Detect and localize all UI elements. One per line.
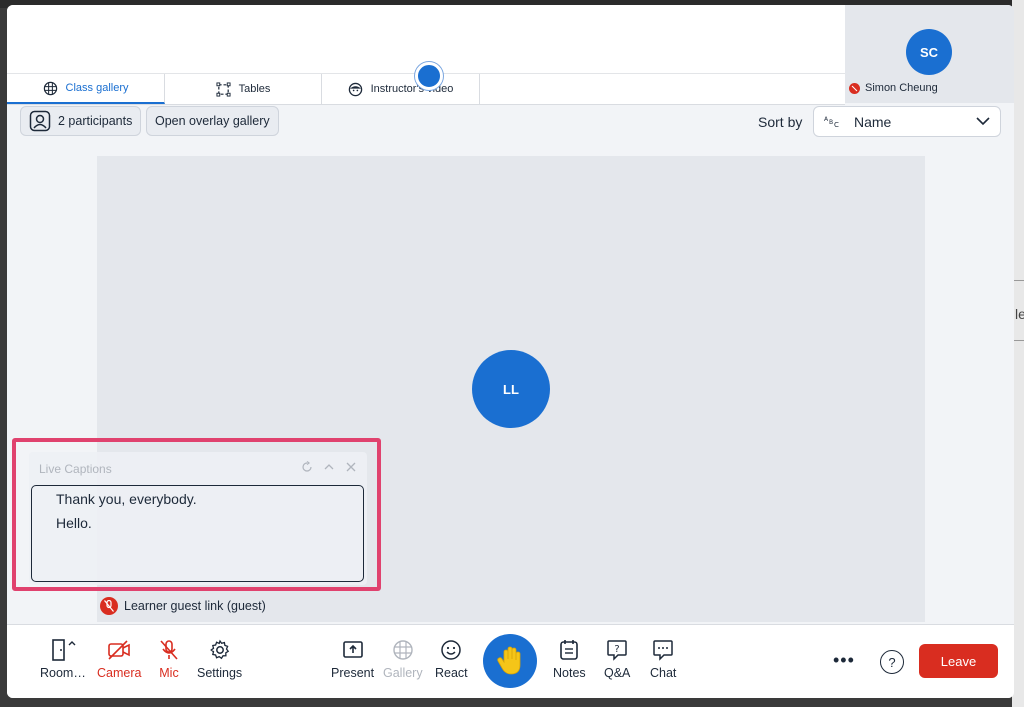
participant-name-tag: Learner guest link (guest) bbox=[100, 597, 266, 615]
camera-off-icon bbox=[108, 640, 131, 660]
gallery-button[interactable]: Gallery bbox=[383, 639, 423, 680]
qa-button[interactable]: ? Q&A bbox=[604, 639, 630, 680]
close-icon[interactable] bbox=[345, 461, 357, 473]
caption-line: Thank you, everybody. bbox=[56, 491, 197, 507]
mic-off-icon bbox=[160, 640, 178, 660]
sort-value: Name bbox=[854, 113, 892, 130]
captions-actions bbox=[301, 461, 357, 473]
qa-icon: ? bbox=[607, 640, 627, 661]
present-icon bbox=[342, 641, 363, 658]
reset-icon[interactable] bbox=[301, 461, 313, 473]
captions-text-box: Thank you, everybody. Hello. bbox=[31, 485, 364, 582]
participant-name: Simon Cheung bbox=[865, 82, 938, 94]
leave-button[interactable]: Leave bbox=[919, 644, 998, 678]
tab-class-gallery[interactable]: Class gallery bbox=[7, 74, 165, 104]
svg-text:?: ? bbox=[615, 644, 620, 655]
gallery-label: Gallery bbox=[383, 666, 423, 680]
grid-globe-icon bbox=[43, 81, 57, 95]
notes-button[interactable]: Notes bbox=[553, 639, 586, 680]
captions-title: Live Captions bbox=[39, 462, 112, 476]
overlay-label: Open overlay gallery bbox=[155, 114, 270, 128]
tab-label: Class gallery bbox=[65, 82, 129, 94]
present-button[interactable]: Present bbox=[331, 639, 374, 680]
sort-by-label: Sort by bbox=[758, 114, 803, 130]
mic-muted-icon bbox=[849, 82, 860, 94]
tab-instructors-video[interactable]: Instructor's video bbox=[322, 74, 480, 104]
avatar: SC bbox=[906, 29, 952, 75]
caption-line: Hello. bbox=[56, 515, 92, 531]
instructor-icon bbox=[348, 82, 362, 96]
tab-label: Tables bbox=[238, 83, 271, 95]
collapse-icon[interactable] bbox=[323, 461, 335, 473]
drag-handle[interactable] bbox=[415, 62, 443, 90]
smiley-icon bbox=[441, 640, 462, 660]
participants-button[interactable]: 2 participants bbox=[20, 106, 142, 136]
raise-hand-icon bbox=[497, 646, 521, 675]
help-button[interactable]: ? bbox=[880, 650, 904, 674]
settings-button[interactable]: Settings bbox=[197, 639, 242, 680]
mic-muted-icon bbox=[100, 597, 118, 615]
room-label: Room… bbox=[40, 666, 86, 680]
room-button[interactable]: Room… bbox=[40, 639, 86, 680]
mic-label: Mic bbox=[159, 666, 179, 680]
camera-button[interactable]: Camera bbox=[97, 639, 141, 680]
meeting-window: Class gallery Tables Instructor's video bbox=[7, 5, 1014, 698]
raise-hand-button[interactable] bbox=[483, 634, 537, 688]
grid-globe-icon bbox=[393, 640, 413, 660]
gear-icon bbox=[209, 639, 229, 660]
svg-text:C: C bbox=[834, 121, 839, 129]
avatar[interactable]: LL bbox=[472, 350, 550, 428]
present-label: Present bbox=[331, 666, 375, 680]
qa-label: Q&A bbox=[604, 666, 631, 680]
tab-label: Instructor's video bbox=[370, 83, 454, 95]
chat-button[interactable]: Chat bbox=[650, 639, 676, 680]
self-name-label: Simon Cheung bbox=[849, 82, 938, 94]
sort-alpha-icon: A B C bbox=[824, 116, 839, 129]
open-overlay-gallery-button[interactable]: Open overlay gallery bbox=[146, 106, 279, 136]
chat-icon bbox=[653, 640, 673, 661]
camera-label: Camera bbox=[97, 666, 142, 680]
tab-tables[interactable]: Tables bbox=[165, 74, 322, 104]
participant-name: Learner guest link (guest) bbox=[124, 599, 266, 613]
more-options-button[interactable]: ••• bbox=[833, 650, 855, 671]
svg-text:B: B bbox=[829, 119, 833, 126]
mic-button[interactable]: Mic bbox=[158, 639, 180, 680]
door-icon bbox=[52, 639, 76, 661]
chat-label: Chat bbox=[650, 666, 677, 680]
notes-icon bbox=[560, 640, 579, 660]
sort-select[interactable]: A B C Name bbox=[813, 106, 1001, 137]
settings-label: Settings bbox=[197, 666, 243, 680]
notes-label: Notes bbox=[553, 666, 586, 680]
participant-icon bbox=[29, 110, 51, 132]
chevron-down-icon bbox=[976, 117, 990, 126]
participants-count: 2 participants bbox=[58, 114, 133, 128]
tables-icon bbox=[216, 81, 231, 97]
react-button[interactable]: React bbox=[435, 639, 468, 680]
live-captions-panel[interactable]: Live Captions Thank you, everybody. Hell… bbox=[29, 452, 367, 585]
bottom-toolbar: Room… Camera Mic Settings Present Galler… bbox=[7, 624, 1014, 698]
self-video-tile[interactable]: SC Simon Cheung bbox=[845, 5, 1014, 103]
react-label: React bbox=[435, 666, 468, 680]
